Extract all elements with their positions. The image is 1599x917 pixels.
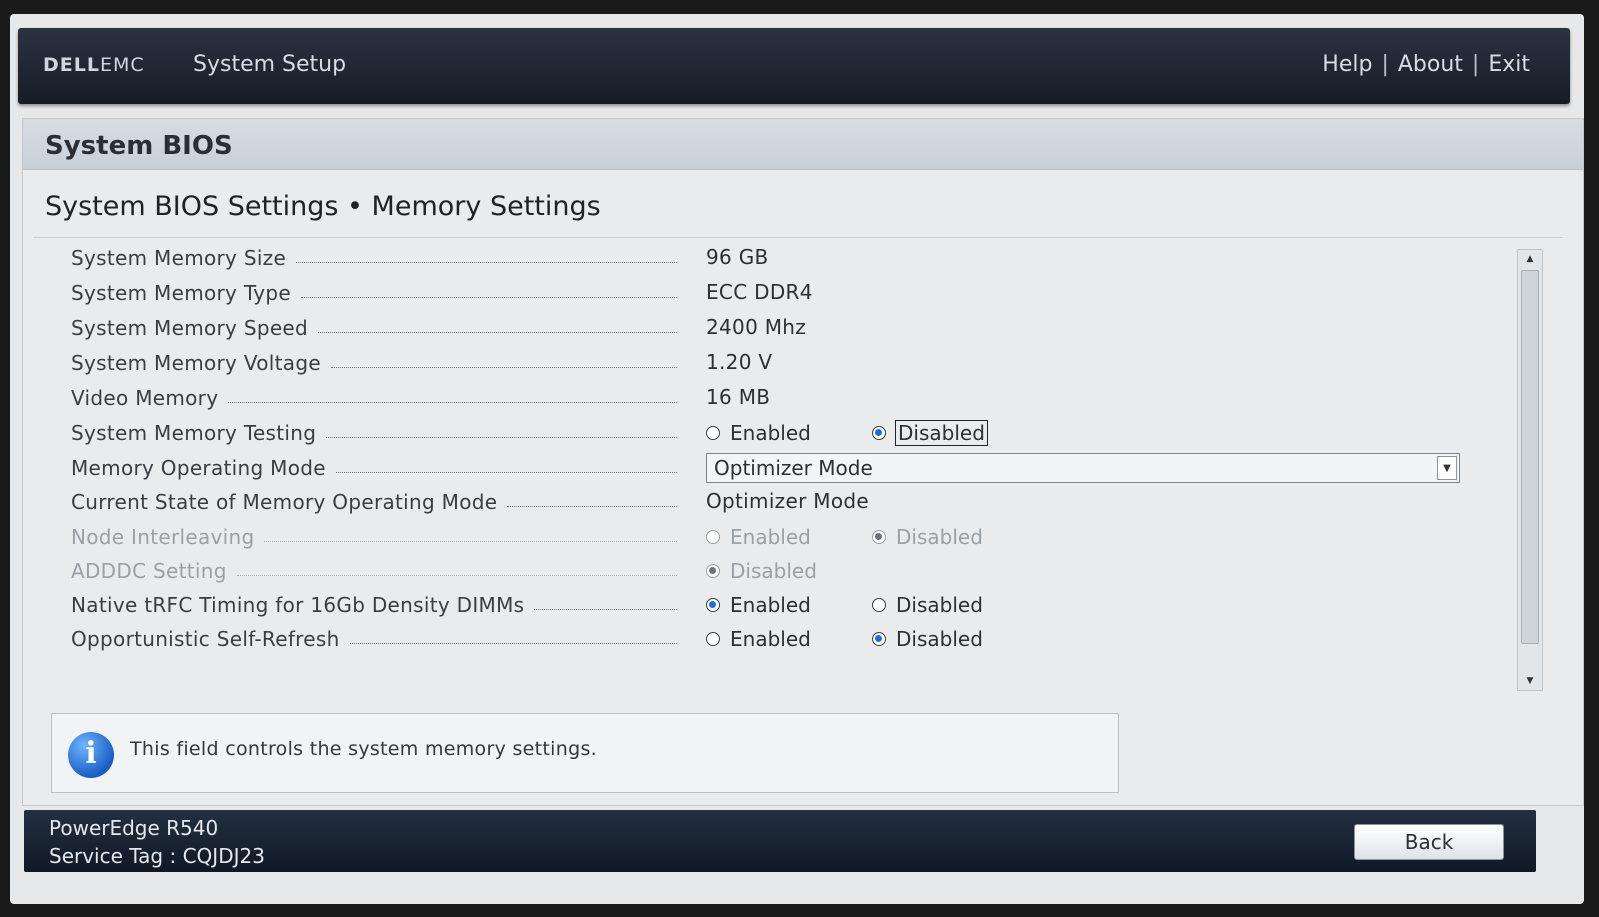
setting-row-native-trfc: Native tRFC Timing for 16Gb Density DIMM… (71, 590, 1511, 620)
leader-dots (236, 574, 677, 576)
scroll-up-icon[interactable]: ▲ (1518, 250, 1542, 268)
setting-value: 16 MB (706, 385, 771, 409)
breadcrumb: System BIOS Settings • Memory Settings (45, 191, 601, 222)
radio-disabled[interactable]: Disabled (872, 418, 988, 448)
radio-enabled[interactable]: Enabled (706, 624, 811, 654)
back-button[interactable]: Back (1354, 824, 1504, 860)
help-link[interactable]: Help (1322, 52, 1372, 77)
setting-label: Memory Operating Mode (71, 456, 326, 480)
radio-selected-icon (872, 426, 886, 440)
setting-row-memory-speed: System Memory Speed 2400 Mhz (71, 313, 1511, 343)
top-links: Help | About | Exit (1322, 52, 1530, 77)
leader-dots (318, 331, 677, 333)
setting-label: System Memory Size (71, 246, 287, 270)
radio-enabled[interactable]: Enabled (706, 590, 811, 620)
leader-dots (228, 401, 677, 403)
setting-row-memory-type: System Memory Type ECC DDR4 (71, 278, 1511, 308)
app-title: System Setup (193, 52, 347, 77)
leader-dots (326, 436, 677, 438)
setting-value: 1.20 V (706, 350, 773, 374)
radio-selected-icon (706, 564, 720, 578)
setting-value: ECC DDR4 (706, 280, 813, 304)
scrollbar[interactable]: ▲ ▼ (1517, 249, 1543, 691)
setting-label: System Memory Type (71, 281, 291, 305)
dell-emc-logo: DELLEMC (43, 54, 145, 76)
leader-dots (534, 608, 677, 610)
radio-enabled[interactable]: Enabled (706, 418, 811, 448)
help-text: This field controls the system memory se… (130, 738, 597, 760)
main-panel: System BIOS System BIOS Settings • Memor… (22, 118, 1584, 806)
setting-label: Current State of Memory Operating Mode (71, 490, 498, 514)
leader-dots (349, 642, 677, 644)
footer-bar: PowerEdge R540 Service Tag : CQJDJ23 Bac… (24, 810, 1536, 872)
leader-dots (335, 471, 677, 473)
divider (33, 237, 1563, 238)
setting-row-self-refresh: Opportunistic Self-Refresh Enabled Disab… (71, 624, 1511, 654)
leader-dots (507, 505, 677, 507)
setting-row-adddc: ADDDC Setting Disabled (71, 556, 1511, 586)
operating-mode-select[interactable]: Optimizer Mode ▼ (706, 453, 1460, 483)
radio-disabled: Disabled (706, 556, 817, 586)
setting-value: Optimizer Mode (706, 489, 869, 513)
radio-circle-icon (706, 530, 720, 544)
leader-dots (330, 366, 677, 368)
leader-dots (300, 296, 677, 298)
setting-label: Video Memory (71, 386, 219, 410)
setting-label: ADDDC Setting (71, 559, 227, 583)
chevron-down-icon[interactable]: ▼ (1437, 456, 1457, 480)
service-tag: Service Tag : CQJDJ23 (49, 844, 265, 868)
setting-label: System Memory Voltage (71, 351, 321, 375)
radio-disabled: Disabled (872, 522, 983, 552)
scroll-thumb[interactable] (1521, 270, 1539, 644)
leader-dots (264, 540, 677, 542)
radio-selected-icon (872, 632, 886, 646)
setting-row-memory-size: System Memory Size 96 GB (71, 243, 1511, 273)
radio-selected-icon (872, 530, 886, 544)
settings-list: System Memory Size 96 GB System Memory T… (23, 243, 1513, 693)
top-bar: DELLEMC System Setup Help | About | Exit (18, 28, 1570, 104)
radio-enabled: Enabled (706, 522, 811, 552)
setting-label: Opportunistic Self-Refresh (71, 627, 340, 651)
setting-row-node-interleaving: Node Interleaving Enabled Disabled (71, 522, 1511, 552)
link-separator: | (1471, 52, 1480, 77)
help-box: i This field controls the system memory … (51, 713, 1119, 793)
radio-disabled[interactable]: Disabled (872, 590, 983, 620)
select-value: Optimizer Mode (714, 456, 873, 480)
radio-selected-icon (706, 598, 720, 612)
setting-row-current-state: Current State of Memory Operating Mode O… (71, 487, 1511, 517)
setting-row-memory-voltage: System Memory Voltage 1.20 V (71, 348, 1511, 378)
setting-label: Node Interleaving (71, 525, 255, 549)
page-title: System BIOS (45, 131, 233, 161)
setting-label: System Memory Testing (71, 421, 317, 445)
about-link[interactable]: About (1398, 52, 1463, 77)
radio-disabled[interactable]: Disabled (872, 624, 983, 654)
leader-dots (296, 261, 677, 263)
setting-value: 2400 Mhz (706, 315, 807, 339)
system-model: PowerEdge R540 (49, 816, 219, 840)
setting-row-memory-operating-mode: Memory Operating Mode Optimizer Mode ▼ (71, 453, 1511, 483)
setting-label: System Memory Speed (71, 316, 309, 340)
setting-row-memory-testing: System Memory Testing Enabled Disabled (71, 418, 1511, 448)
setting-value: 96 GB (706, 245, 769, 269)
link-separator: | (1381, 52, 1389, 77)
exit-link[interactable]: Exit (1488, 52, 1530, 77)
setting-row-video-memory: Video Memory 16 MB (71, 383, 1511, 413)
bios-screen: DELLEMC System Setup Help | About | Exit Sys… (10, 14, 1584, 904)
scroll-down-icon[interactable]: ▼ (1518, 672, 1542, 690)
radio-circle-icon (872, 598, 886, 612)
radio-circle-icon (706, 426, 720, 440)
panel-header: System BIOS (23, 119, 1583, 170)
setting-label: Native tRFC Timing for 16Gb Density DIMM… (71, 593, 525, 617)
info-icon: i (68, 732, 114, 778)
radio-circle-icon (706, 632, 720, 646)
